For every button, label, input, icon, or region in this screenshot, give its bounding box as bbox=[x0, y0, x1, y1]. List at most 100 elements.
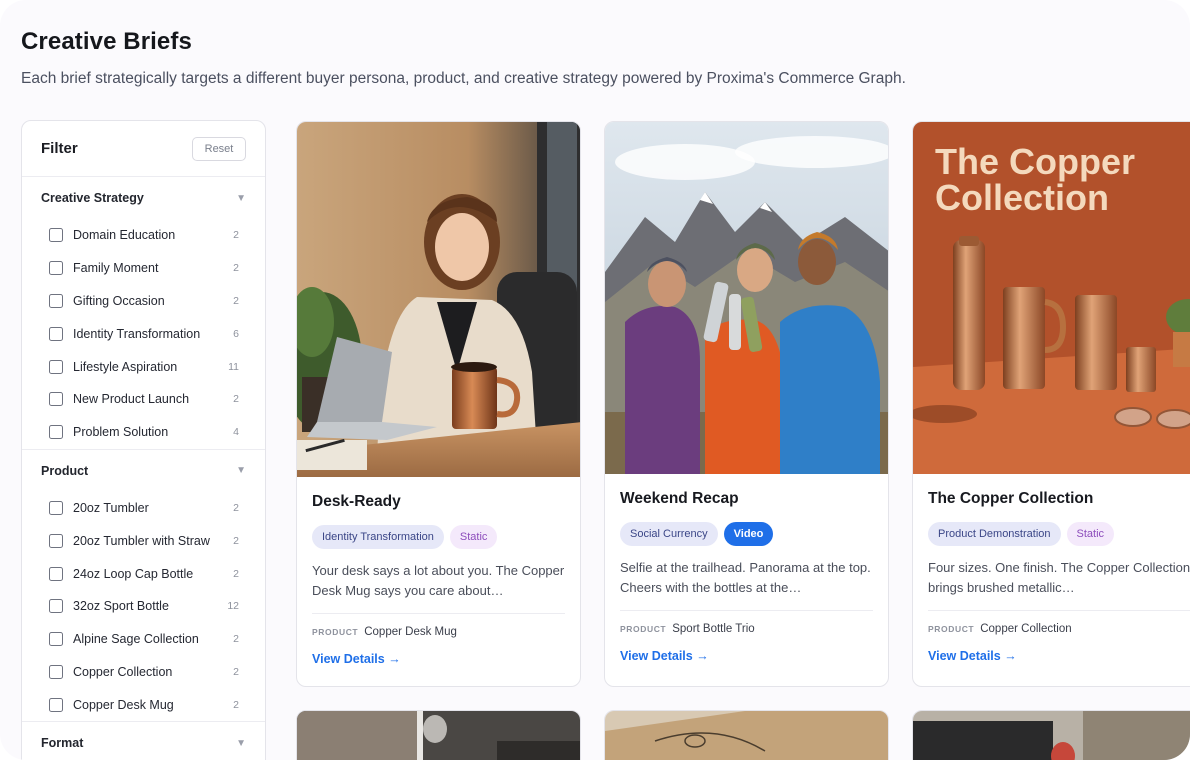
product-line: PRODUCT Sport Bottle Trio bbox=[620, 623, 873, 635]
brief-card-desk-ready[interactable]: Desk-Ready Identity Transformation Stati… bbox=[296, 121, 581, 687]
brief-card-partial[interactable] bbox=[604, 710, 889, 760]
checkbox[interactable] bbox=[49, 326, 63, 341]
checkbox[interactable] bbox=[49, 392, 63, 407]
brief-card-copper-collection[interactable]: The Copper Collection The Copper Collect… bbox=[912, 121, 1190, 687]
option-count: 2 bbox=[233, 567, 239, 580]
filter-option[interactable]: Problem Solution 4 bbox=[22, 416, 265, 449]
option-label: Lifestyle Aspiration bbox=[73, 359, 178, 374]
format-tag[interactable]: Static bbox=[1066, 522, 1115, 546]
card-divider bbox=[312, 613, 565, 614]
option-count: 11 bbox=[228, 360, 239, 373]
option-label: 24oz Loop Cap Bottle bbox=[73, 566, 194, 581]
option-count: 2 bbox=[233, 501, 239, 514]
card-image-hikers bbox=[605, 122, 888, 474]
filter-group-product[interactable]: Product ▼ bbox=[22, 450, 265, 492]
option-label: 20oz Tumbler bbox=[73, 500, 149, 515]
card-image-partial bbox=[605, 711, 888, 760]
card-image-partial bbox=[913, 711, 1190, 760]
product-label: PRODUCT bbox=[312, 627, 359, 637]
group-title: Product bbox=[41, 463, 89, 478]
card-tags: Product Demonstration Static bbox=[928, 522, 1190, 546]
page-subtitle: Each brief strategically targets a diffe… bbox=[21, 70, 906, 87]
checkbox[interactable] bbox=[49, 425, 63, 440]
filter-options-creative-strategy: Domain Education 2 Family Moment 2 Gifting… bbox=[22, 219, 265, 449]
strategy-tag[interactable]: Identity Transformation bbox=[312, 525, 444, 549]
filter-group-creative-strategy[interactable]: Creative Strategy ▼ bbox=[22, 177, 265, 219]
option-count: 4 bbox=[233, 426, 239, 439]
option-count: 6 bbox=[233, 327, 239, 340]
card-image-woman-at-desk bbox=[297, 122, 580, 477]
checkbox[interactable] bbox=[49, 359, 63, 374]
checkbox[interactable] bbox=[49, 293, 63, 308]
card-body: Weekend Recap Social Currency Video Self… bbox=[620, 490, 873, 665]
brief-card-weekend-recap[interactable]: Weekend Recap Social Currency Video Self… bbox=[604, 121, 889, 687]
view-details-link[interactable]: View Details → bbox=[928, 649, 1017, 663]
checkbox[interactable] bbox=[49, 228, 63, 243]
product-line: PRODUCT Copper Desk Mug bbox=[312, 626, 565, 638]
chevron-down-icon: ▼ bbox=[236, 465, 246, 477]
card-divider bbox=[928, 610, 1190, 611]
filter-option[interactable]: 24oz Loop Cap Bottle 2 bbox=[22, 557, 265, 590]
option-count: 2 bbox=[233, 294, 239, 307]
card-divider bbox=[620, 610, 873, 611]
card-image-copper-products: The Copper Collection bbox=[913, 122, 1190, 474]
option-count: 2 bbox=[233, 534, 239, 547]
checkbox[interactable] bbox=[49, 599, 63, 614]
product-name: Sport Bottle Trio bbox=[672, 623, 755, 635]
card-title: The Copper Collection bbox=[928, 490, 1094, 507]
filter-option[interactable]: 32oz Sport Bottle 12 bbox=[22, 590, 265, 623]
brief-card-partial[interactable] bbox=[296, 710, 581, 760]
option-count: 2 bbox=[233, 393, 239, 406]
filter-option[interactable]: Alpine Sage Collection 2 bbox=[22, 623, 265, 656]
card-description: Four sizes. One finish. The Copper Colle… bbox=[928, 560, 1190, 595]
filter-option[interactable]: 20oz Tumbler 2 bbox=[22, 492, 265, 525]
card-title: Weekend Recap bbox=[620, 490, 739, 507]
image-headline-line-1: The Copper bbox=[935, 141, 1135, 182]
view-details-link[interactable]: View Details → bbox=[312, 652, 401, 666]
format-tag[interactable]: Static bbox=[449, 525, 498, 549]
filter-option[interactable]: Domain Education 2 bbox=[22, 219, 265, 252]
option-label: New Product Launch bbox=[73, 392, 190, 407]
option-count: 2 bbox=[233, 665, 239, 678]
checkbox[interactable] bbox=[49, 533, 63, 548]
hikers-illustration bbox=[605, 122, 888, 474]
filter-option[interactable]: Copper Collection 2 bbox=[22, 656, 265, 689]
page-title: Creative Briefs bbox=[21, 28, 192, 55]
filter-option[interactable]: New Product Launch 2 bbox=[22, 383, 265, 416]
option-label: Domain Education bbox=[73, 228, 176, 243]
brief-card-partial[interactable] bbox=[912, 710, 1190, 760]
filter-option[interactable]: Lifestyle Aspiration 11 bbox=[22, 350, 265, 383]
filter-option[interactable]: Family Moment 2 bbox=[22, 252, 265, 285]
strategy-tag[interactable]: Social Currency bbox=[620, 522, 718, 546]
checkbox[interactable] bbox=[49, 261, 63, 276]
checkbox[interactable] bbox=[49, 664, 63, 679]
filter-option[interactable]: Gifting Occasion 2 bbox=[22, 285, 265, 318]
option-label: Copper Desk Mug bbox=[73, 697, 174, 712]
filter-header: Filter Reset bbox=[22, 121, 265, 177]
filter-option[interactable]: 20oz Tumbler with Straw 2 bbox=[22, 524, 265, 557]
strategy-tag[interactable]: Product Demonstration bbox=[928, 522, 1061, 546]
filter-group-format[interactable]: Format ▼ bbox=[22, 722, 265, 760]
checkbox[interactable] bbox=[49, 632, 63, 647]
filter-title: Filter bbox=[41, 140, 78, 157]
copper-products-illustration: The Copper Collection bbox=[913, 122, 1190, 474]
option-label: Family Moment bbox=[73, 261, 159, 276]
format-tag[interactable]: Video bbox=[723, 522, 774, 546]
checkbox[interactable] bbox=[49, 697, 63, 712]
filter-option[interactable]: Identity Transformation 6 bbox=[22, 317, 265, 350]
checkbox[interactable] bbox=[49, 566, 63, 581]
product-line: PRODUCT Copper Collection bbox=[928, 623, 1190, 635]
view-details-link[interactable]: View Details → bbox=[620, 649, 709, 663]
group-title: Format bbox=[41, 736, 84, 751]
image-headline-line-2: Collection bbox=[935, 177, 1109, 218]
filter-options-product: 20oz Tumbler 2 20oz Tumbler with Straw 2 2… bbox=[22, 492, 265, 722]
filter-panel: Filter Reset Creative Strategy ▼ Domain … bbox=[21, 120, 266, 760]
chevron-down-icon: ▼ bbox=[236, 192, 246, 204]
filter-option[interactable]: Copper Desk Mug 2 bbox=[22, 688, 265, 721]
card-body: The Copper Collection Product Demonstrat… bbox=[928, 490, 1190, 665]
checkbox[interactable] bbox=[49, 500, 63, 515]
product-label: PRODUCT bbox=[620, 624, 667, 634]
option-label: Problem Solution bbox=[73, 425, 169, 440]
card-description: Your desk says a lot about you. The Copp… bbox=[312, 563, 565, 598]
reset-button[interactable]: Reset bbox=[192, 136, 246, 161]
